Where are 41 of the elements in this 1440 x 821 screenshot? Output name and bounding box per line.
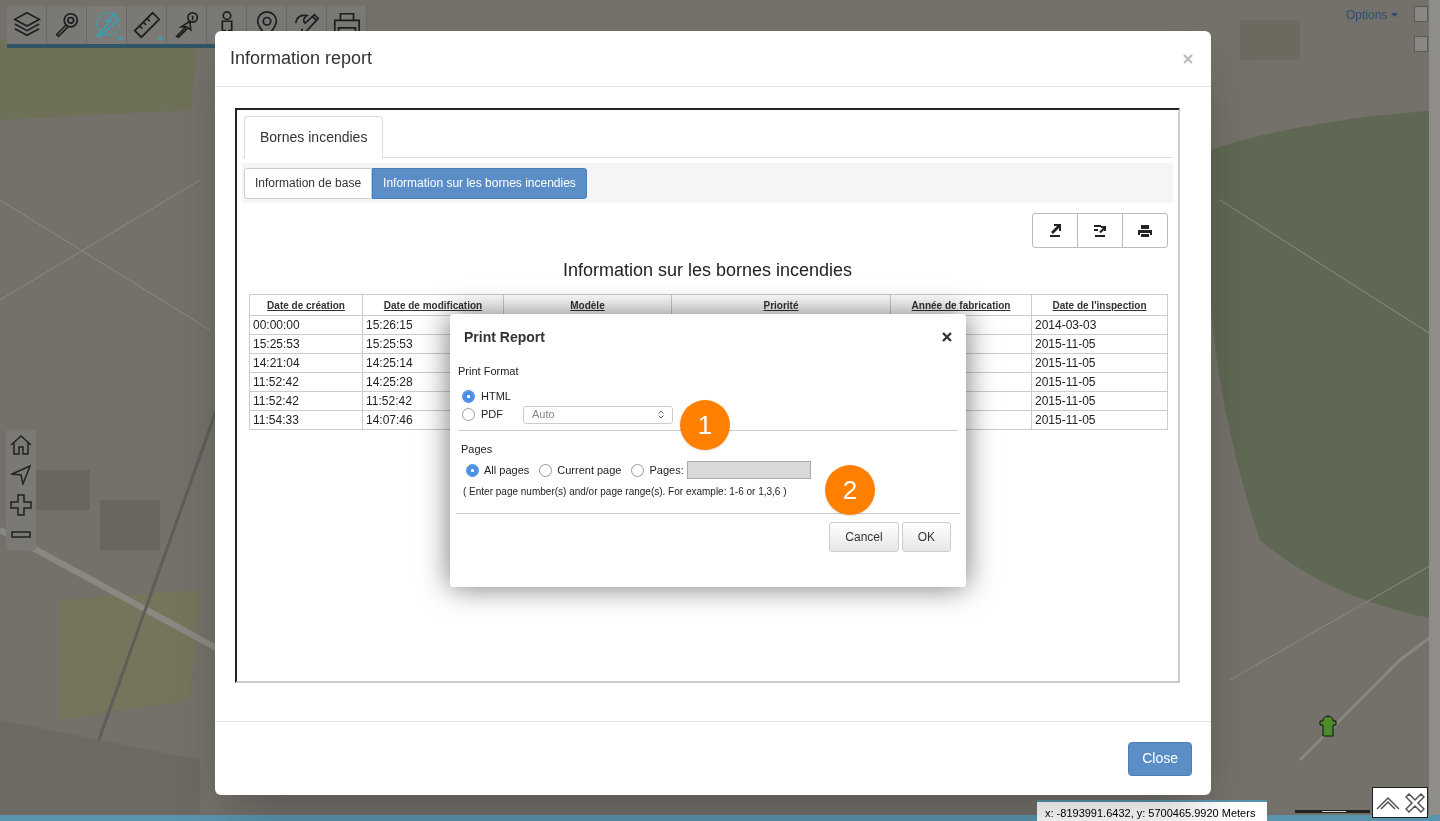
- table-cell: 2014-03-03: [1031, 315, 1168, 335]
- table-cell: 11:54:33: [249, 410, 363, 430]
- section-label: Pages: [461, 441, 494, 457]
- radio-button[interactable]: [462, 390, 475, 403]
- map-button[interactable]: [1414, 36, 1428, 52]
- table-cell: 00:00:00: [249, 315, 363, 335]
- chevron-up-down-icon[interactable]: [658, 410, 664, 419]
- table-cell: 2015-11-05: [1031, 391, 1168, 411]
- pages-input-field[interactable]: [686, 461, 811, 479]
- radio-button[interactable]: [466, 463, 479, 477]
- scrollbar[interactable]: [1429, 0, 1440, 815]
- coordinates-display: x: -8193991.6432, y: 5700465.9920 Meters: [1037, 800, 1267, 821]
- radio-label[interactable]: Current page: [557, 461, 622, 479]
- cancel-button[interactable]: Cancel: [829, 522, 899, 552]
- chevron-up-icon[interactable]: [1375, 795, 1400, 810]
- close-icon[interactable]: [942, 332, 952, 342]
- table-cell: 11:52:42: [249, 391, 363, 411]
- table-cell: 2015-11-05: [1031, 334, 1168, 354]
- close-icon[interactable]: [1404, 792, 1425, 813]
- window-title: Information report: [230, 47, 373, 70]
- table-cell: 15:25:53: [249, 334, 363, 354]
- table-cell: 2015-11-05: [1031, 410, 1168, 430]
- hydrant-icon: [1318, 713, 1338, 737]
- table-cell: 2015-11-05: [1031, 353, 1168, 373]
- ok-button[interactable]: OK: [901, 522, 951, 552]
- size-dropdown[interactable]: Auto: [523, 405, 673, 424]
- radio-button[interactable]: [462, 408, 475, 421]
- column-header[interactable]: Date de l'inspection: [1031, 294, 1168, 316]
- radio-label[interactable]: All pages: [484, 461, 530, 479]
- column-header[interactable]: Date de création: [249, 294, 363, 316]
- radio-button[interactable]: [539, 463, 553, 477]
- table-cell: 2015-11-05: [1031, 372, 1168, 392]
- subtab[interactable]: Information de base: [244, 167, 373, 199]
- hint-text: ( Enter page number(s) and/or page range(s). For example: 1-6 or 1,3,6 ): [463, 485, 787, 499]
- table-cell: 14:21:04: [249, 353, 363, 373]
- map-button[interactable]: [1414, 6, 1428, 22]
- table-cell: 11:52:42: [249, 372, 363, 392]
- radio-button[interactable]: [631, 463, 645, 477]
- tab[interactable]: Bornes incendies: [244, 116, 384, 159]
- report-heading: Information sur les bornes incendies: [561, 259, 854, 282]
- radio-label[interactable]: Pages:: [649, 461, 684, 479]
